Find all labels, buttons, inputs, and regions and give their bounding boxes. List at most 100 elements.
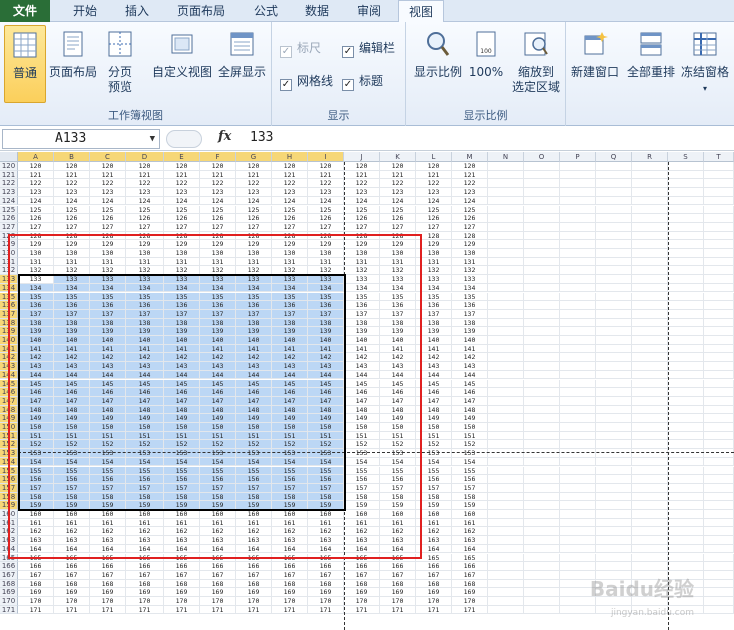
cell[interactable] bbox=[704, 336, 734, 345]
cell[interactable]: 155 bbox=[236, 466, 272, 476]
cell[interactable]: 143 bbox=[308, 362, 344, 371]
cell[interactable]: 135 bbox=[200, 292, 236, 302]
cell[interactable]: 122 bbox=[416, 179, 452, 189]
cell[interactable]: 146 bbox=[272, 388, 308, 397]
cell[interactable]: 162 bbox=[18, 527, 54, 537]
cell[interactable]: 166 bbox=[272, 562, 308, 571]
cell[interactable] bbox=[704, 431, 734, 441]
cell[interactable]: 130 bbox=[18, 249, 54, 258]
cell[interactable]: 150 bbox=[380, 423, 416, 432]
cell[interactable] bbox=[632, 396, 668, 406]
cell[interactable] bbox=[488, 544, 524, 554]
cell[interactable] bbox=[488, 214, 524, 223]
cell[interactable] bbox=[524, 318, 560, 328]
cell[interactable] bbox=[560, 405, 596, 415]
cell[interactable]: 141 bbox=[18, 344, 54, 354]
cell[interactable] bbox=[632, 388, 668, 397]
cell[interactable]: 120 bbox=[126, 162, 164, 171]
cell[interactable]: 144 bbox=[344, 370, 380, 380]
cell[interactable]: 127 bbox=[272, 222, 308, 232]
cell[interactable]: 137 bbox=[90, 309, 126, 319]
cell[interactable] bbox=[560, 457, 596, 467]
cell[interactable] bbox=[668, 362, 704, 371]
row-header[interactable]: 123 bbox=[0, 188, 18, 197]
cell[interactable]: 158 bbox=[90, 492, 126, 502]
cell[interactable] bbox=[596, 562, 632, 571]
cell[interactable] bbox=[632, 492, 668, 502]
cell[interactable]: 165 bbox=[90, 553, 126, 563]
cell[interactable] bbox=[704, 266, 734, 276]
cell[interactable]: 167 bbox=[18, 570, 54, 580]
cell[interactable] bbox=[596, 492, 632, 502]
cell[interactable]: 151 bbox=[18, 431, 54, 441]
row-header[interactable]: 122 bbox=[0, 179, 18, 189]
cell[interactable]: 166 bbox=[452, 562, 488, 571]
cell[interactable]: 160 bbox=[164, 510, 200, 519]
cell[interactable]: 171 bbox=[380, 605, 416, 615]
cell[interactable] bbox=[488, 231, 524, 241]
column-header-Q[interactable]: Q bbox=[596, 152, 632, 162]
cell[interactable]: 123 bbox=[90, 188, 126, 197]
cell[interactable]: 141 bbox=[416, 344, 452, 354]
cell[interactable] bbox=[668, 222, 704, 232]
cell[interactable]: 143 bbox=[126, 362, 164, 371]
cell[interactable]: 135 bbox=[90, 292, 126, 302]
cell[interactable]: 131 bbox=[18, 257, 54, 267]
cell[interactable]: 171 bbox=[90, 605, 126, 615]
column-header-G[interactable]: G bbox=[236, 152, 272, 162]
cell[interactable]: 162 bbox=[126, 527, 164, 537]
formula-bar-checkbox[interactable]: ✓ 编辑栏 bbox=[342, 40, 395, 58]
cell[interactable]: 130 bbox=[344, 249, 380, 258]
cell[interactable]: 144 bbox=[236, 370, 272, 380]
cell[interactable]: 168 bbox=[164, 579, 200, 589]
cell[interactable]: 161 bbox=[236, 518, 272, 528]
cell[interactable]: 134 bbox=[200, 283, 236, 293]
column-header-E[interactable]: E bbox=[164, 152, 200, 162]
cell[interactable] bbox=[524, 527, 560, 537]
cell[interactable] bbox=[632, 510, 668, 519]
cell[interactable] bbox=[668, 344, 704, 354]
row-header[interactable]: 127 bbox=[0, 222, 18, 232]
cell[interactable]: 133 bbox=[272, 275, 308, 284]
gridlines-checkbox[interactable]: ✓ 网格线 bbox=[280, 73, 333, 91]
cell[interactable]: 138 bbox=[126, 318, 164, 328]
cell[interactable]: 169 bbox=[308, 588, 344, 597]
cell[interactable] bbox=[704, 588, 734, 597]
cell[interactable]: 166 bbox=[236, 562, 272, 571]
row-header[interactable]: 161 bbox=[0, 518, 18, 528]
cell[interactable]: 120 bbox=[416, 162, 452, 171]
cell[interactable] bbox=[560, 327, 596, 336]
cell[interactable]: 144 bbox=[126, 370, 164, 380]
cell[interactable] bbox=[668, 527, 704, 537]
cell[interactable] bbox=[668, 318, 704, 328]
column-header-N[interactable]: N bbox=[488, 152, 524, 162]
cell[interactable] bbox=[632, 257, 668, 267]
cell[interactable]: 171 bbox=[452, 605, 488, 615]
cell[interactable]: 142 bbox=[272, 353, 308, 363]
cell[interactable]: 147 bbox=[236, 396, 272, 406]
cell[interactable]: 136 bbox=[236, 301, 272, 310]
cell[interactable] bbox=[632, 362, 668, 371]
cell[interactable]: 153 bbox=[54, 449, 90, 458]
cell[interactable]: 171 bbox=[200, 605, 236, 615]
cell[interactable]: 139 bbox=[126, 327, 164, 336]
cell[interactable] bbox=[524, 518, 560, 528]
cell[interactable] bbox=[704, 309, 734, 319]
cell[interactable]: 142 bbox=[308, 353, 344, 363]
cell[interactable] bbox=[596, 449, 632, 458]
cell[interactable] bbox=[668, 231, 704, 241]
cell[interactable] bbox=[488, 562, 524, 571]
cell[interactable]: 147 bbox=[272, 396, 308, 406]
cell[interactable] bbox=[560, 536, 596, 545]
cell[interactable]: 128 bbox=[54, 231, 90, 241]
cell[interactable] bbox=[488, 336, 524, 345]
cell[interactable] bbox=[632, 222, 668, 232]
cell[interactable]: 140 bbox=[90, 336, 126, 345]
cell[interactable]: 131 bbox=[452, 257, 488, 267]
cell[interactable]: 148 bbox=[200, 405, 236, 415]
cell[interactable]: 131 bbox=[236, 257, 272, 267]
cell[interactable] bbox=[596, 283, 632, 293]
cell[interactable] bbox=[704, 483, 734, 493]
cell[interactable]: 147 bbox=[344, 396, 380, 406]
cell[interactable]: 159 bbox=[236, 501, 272, 510]
